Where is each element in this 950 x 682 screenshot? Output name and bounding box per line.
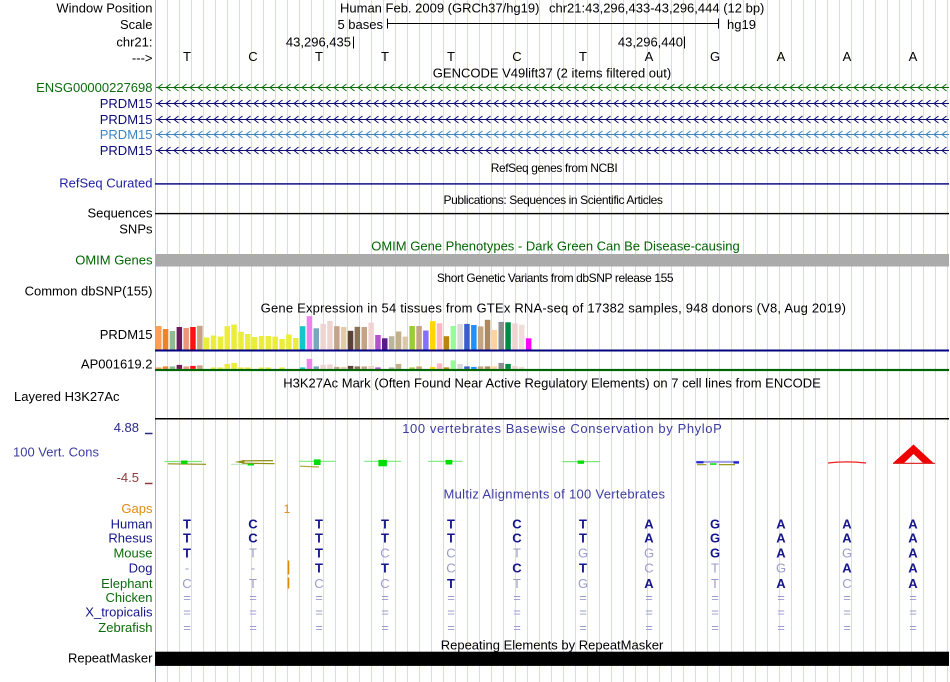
svg-text:C: C — [248, 49, 257, 64]
svg-text:4.88: 4.88 — [114, 420, 139, 435]
svg-text:5 bases: 5 bases — [337, 17, 383, 32]
svg-text:hg19: hg19 — [727, 17, 756, 32]
svg-text:Repeating Elements by RepeatMa: Repeating Elements by RepeatMasker — [441, 638, 664, 653]
svg-text:Chicken: Chicken — [106, 590, 153, 605]
svg-text:OMIM Genes: OMIM Genes — [75, 253, 153, 268]
svg-text:T: T — [381, 49, 389, 64]
svg-text:A: A — [843, 49, 852, 64]
svg-text:100 Vert. Cons: 100 Vert. Cons — [13, 445, 99, 460]
svg-text:ENSG00000227698: ENSG00000227698 — [36, 80, 152, 95]
svg-text:T: T — [447, 49, 455, 64]
svg-text:-4.5: -4.5 — [117, 470, 139, 485]
svg-text:Human Feb. 2009 (GRCh37/hg19): Human Feb. 2009 (GRCh37/hg19) — [340, 1, 539, 16]
svg-text:100 vertebrates Basewise Conse: 100 vertebrates Basewise Conservation by… — [402, 421, 722, 436]
svg-text:X_tropicalis: X_tropicalis — [85, 605, 153, 620]
svg-text:AP001619.2: AP001619.2 — [81, 357, 153, 372]
svg-text:PRDM15: PRDM15 — [100, 327, 153, 342]
svg-text:A: A — [777, 49, 786, 64]
svg-text:Elephant: Elephant — [101, 576, 153, 591]
svg-text:Human: Human — [111, 516, 153, 531]
svg-text:Scale: Scale — [120, 17, 153, 32]
svg-text:A: A — [909, 49, 918, 64]
svg-text:G: G — [710, 49, 720, 64]
svg-text:Multiz Alignments of 100 Verte: Multiz Alignments of 100 Vertebrates — [443, 487, 665, 502]
svg-text:Gaps: Gaps — [121, 501, 153, 516]
svg-text:1: 1 — [284, 502, 291, 516]
svg-text:Window Position: Window Position — [56, 1, 152, 16]
svg-text:Rhesus: Rhesus — [108, 531, 153, 546]
svg-text:Gene Expression in 54 tissues: Gene Expression in 54 tissues from GTEx … — [261, 301, 846, 316]
svg-text:43,296,440: 43,296,440 — [618, 35, 683, 50]
svg-text:PRDM15: PRDM15 — [100, 96, 153, 111]
svg-text:Sequences: Sequences — [87, 206, 153, 221]
svg-text:Zebrafish: Zebrafish — [98, 620, 152, 635]
svg-text:--->: ---> — [132, 50, 153, 65]
svg-text:OMIM Gene Phenotypes - Dark Gr: OMIM Gene Phenotypes - Dark Green Can Be… — [371, 239, 740, 254]
svg-text:Common dbSNP(155): Common dbSNP(155) — [25, 284, 153, 299]
svg-text:RefSeq genes from NCBI: RefSeq genes from NCBI — [491, 161, 618, 175]
svg-text:Mouse: Mouse — [113, 546, 152, 561]
svg-text:Publications: Sequences in Sci: Publications: Sequences in Scientific Ar… — [443, 193, 662, 207]
svg-text:GENCODE V49lift37 (2 items fil: GENCODE V49lift37 (2 items filtered out) — [433, 66, 671, 81]
svg-text:chr21:: chr21: — [116, 35, 152, 50]
svg-text:Short Genetic Variants from db: Short Genetic Variants from dbSNP releas… — [437, 271, 674, 285]
svg-text:A: A — [645, 49, 654, 64]
svg-text:Dog: Dog — [129, 561, 153, 576]
svg-text:C: C — [512, 49, 521, 64]
svg-text:T: T — [183, 49, 191, 64]
svg-text:PRDM15: PRDM15 — [100, 112, 153, 127]
svg-text:PRDM15: PRDM15 — [100, 143, 153, 158]
svg-text:chr21:43,296,433-43,296,444 (1: chr21:43,296,433-43,296,444 (12 bp) — [549, 1, 764, 16]
svg-text:43,296,435: 43,296,435 — [286, 35, 351, 50]
svg-text:T: T — [315, 49, 323, 64]
svg-text:RepeatMasker: RepeatMasker — [68, 651, 153, 666]
svg-text:SNPs: SNPs — [119, 222, 153, 237]
svg-text:Layered H3K27Ac: Layered H3K27Ac — [14, 389, 120, 404]
svg-text:H3K27Ac Mark (Often Found Near: H3K27Ac Mark (Often Found Near Active Re… — [283, 376, 821, 391]
svg-text:PRDM15: PRDM15 — [100, 127, 153, 142]
svg-text:RefSeq Curated: RefSeq Curated — [59, 176, 152, 191]
svg-text:T: T — [579, 49, 587, 64]
